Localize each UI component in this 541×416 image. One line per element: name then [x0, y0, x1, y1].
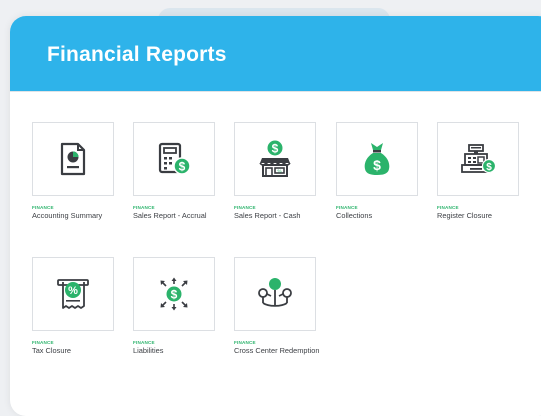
panel-header: Financial Reports [10, 16, 541, 91]
tax-receipt-icon: % [56, 276, 90, 312]
report-tile-cross-center-redemption[interactable]: FINANCE Cross Center Redemption [234, 257, 324, 356]
calculator-dollar-icon: $ [157, 142, 191, 176]
report-name[interactable]: Cross Center Redemption [234, 346, 322, 356]
report-tile-icon-box[interactable]: $ [437, 122, 519, 196]
report-tile-liabilities[interactable]: $ FINANCE Liabilities [133, 257, 223, 356]
report-tile-sales-report-accrual[interactable]: $ FINANCE Sales Report - Accrual [133, 122, 223, 221]
page-title: Financial Reports [47, 42, 227, 66]
dollar-arrows-icon: $ [156, 276, 192, 312]
report-name[interactable]: Accounting Summary [32, 211, 120, 221]
report-tile-icon-box[interactable] [234, 257, 316, 331]
document-chart-icon [58, 142, 88, 176]
financial-reports-panel: Financial Reports FINANCE Accounting Sum… [10, 16, 541, 416]
report-tile-tax-closure[interactable]: % FINANCE Tax Closure [32, 257, 122, 356]
header-divider [10, 91, 541, 92]
report-name[interactable]: Sales Report - Accrual [133, 211, 221, 221]
report-name[interactable]: Tax Closure [32, 346, 120, 356]
svg-text:$: $ [373, 157, 381, 173]
location-network-icon [255, 277, 295, 311]
report-name[interactable]: Collections [336, 211, 424, 221]
svg-text:%: % [277, 168, 281, 173]
report-name[interactable]: Sales Report - Cash [234, 211, 322, 221]
report-tile-icon-box[interactable] [32, 122, 114, 196]
report-tile-icon-box[interactable]: $ [133, 122, 215, 196]
report-name[interactable]: Register Closure [437, 211, 525, 221]
svg-text:$: $ [486, 162, 492, 173]
report-tile-icon-box[interactable]: $ % [234, 122, 316, 196]
svg-text:$: $ [272, 142, 279, 156]
report-tile-icon-box[interactable]: $ [133, 257, 215, 331]
svg-text:$: $ [171, 288, 178, 302]
storefront-dollar-icon: $ % [258, 140, 292, 178]
report-tile-collections[interactable]: $ FINANCE Collections [336, 122, 426, 221]
report-tile-icon-box[interactable]: % [32, 257, 114, 331]
svg-text:$: $ [179, 160, 186, 174]
report-tile-accounting-summary[interactable]: FINANCE Accounting Summary [32, 122, 122, 221]
svg-text:%: % [68, 285, 78, 297]
report-name[interactable]: Liabilities [133, 346, 221, 356]
cash-register-icon: $ [460, 143, 496, 175]
report-tile-sales-report-cash[interactable]: $ % FINANCE Sales Report - Cash [234, 122, 324, 221]
money-bag-icon: $ [363, 141, 391, 177]
report-tile-register-closure[interactable]: $ FINANCE Register Closure [437, 122, 527, 221]
report-tile-icon-box[interactable]: $ [336, 122, 418, 196]
